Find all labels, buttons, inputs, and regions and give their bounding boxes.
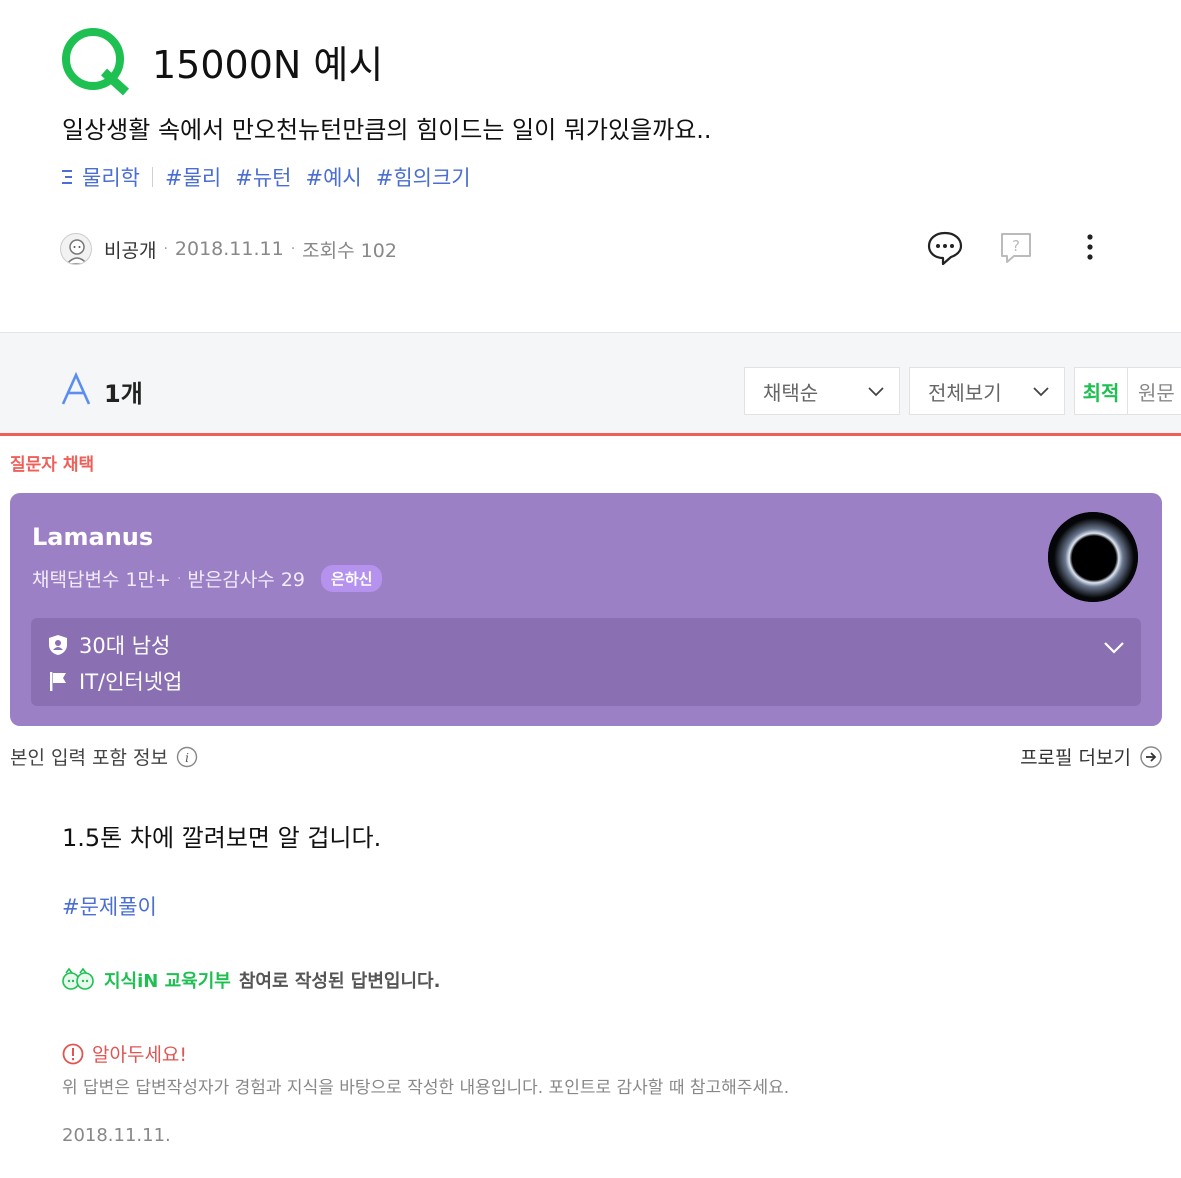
tag-link[interactable]: #뉴턴 (235, 162, 291, 192)
self-input-info: 본인 입력 포함 정보 i (10, 743, 198, 770)
similar-question-icon[interactable]: ? (998, 228, 1034, 266)
flag-icon (50, 672, 66, 691)
answerer-field: IT/인터넷업 (79, 670, 183, 694)
grade-badge: 은하신 (321, 565, 383, 592)
answer-body: 1.5톤 차에 깔려보면 알 겁니다. (62, 824, 382, 852)
stats-dot: · (176, 570, 182, 587)
profile-more-label: 프로필 더보기 (1020, 747, 1131, 769)
question-meta: 비공개 · 2018.11.11 · 조회수 102 (60, 233, 397, 265)
toggle-original-button[interactable]: 원문 (1128, 368, 1181, 414)
meta-dot: · (290, 241, 296, 257)
question-title: 15000N 예시 (152, 43, 384, 87)
answerer-avatar[interactable] (1048, 512, 1138, 602)
filter-select[interactable]: 전체보기 (909, 367, 1065, 415)
question-body: 일상생활 속에서 만오천뉴턴만큼의 힘이드는 일이 뭐가있을까요.. (62, 116, 712, 144)
info-icon[interactable]: i (176, 746, 198, 768)
question-date: 2018.11.11 (174, 238, 284, 260)
answer-a-icon (61, 372, 91, 405)
chevron-down-icon (1033, 387, 1049, 397)
profile-more-link[interactable]: 프로필 더보기 (1020, 743, 1163, 770)
chevron-down-icon[interactable] (1103, 636, 1125, 658)
edu-donation-brand[interactable]: 지식iN 교육기부 (104, 967, 231, 993)
answerer-stats: 채택답변수 1만+ · 받은감사수 29 은하신 (32, 565, 383, 592)
author-name: 비공개 (104, 239, 157, 262)
age-gender-row: 30대 남성 (47, 630, 170, 660)
tag-link[interactable]: #예시 (305, 162, 361, 192)
tag-divider (151, 167, 153, 187)
question-q-icon (62, 28, 130, 96)
question-tags: 물리학 #물리 #뉴턴 #예시 #힘의크기 (60, 162, 485, 192)
comment-icon[interactable] (926, 228, 964, 266)
answerer-name[interactable]: Lamanus (32, 523, 153, 551)
arrow-right-circle-icon (1140, 745, 1162, 768)
sort-select[interactable]: 채택순 (744, 367, 900, 415)
self-info-label: 본인 입력 포함 정보 (10, 747, 168, 769)
edu-donation-icon (62, 967, 94, 990)
avatar-person-icon (66, 239, 88, 264)
filter-select-value: 전체보기 (928, 380, 1002, 405)
question-section: 15000N 예시 일상생활 속에서 만오천뉴턴만큼의 힘이드는 일이 뭐가있을… (0, 0, 1181, 332)
age-gender: 30대 남성 (79, 634, 171, 658)
tag-link[interactable]: #힘의크기 (376, 162, 471, 192)
field-row: IT/인터넷업 (47, 666, 182, 696)
sort-select-value: 채택순 (763, 380, 819, 405)
chosen-answer-label: 질문자 채택 (10, 455, 95, 475)
chevron-down-icon (868, 387, 884, 397)
thanks-count: 받은감사수 29 (187, 569, 306, 591)
answerer-info-panel: 30대 남성 IT/인터넷업 (31, 618, 1141, 706)
warning-icon (62, 1043, 84, 1064)
answer-tag-link[interactable]: #문제풀이 (62, 891, 157, 921)
notice-title: 알아두세요! (92, 1044, 188, 1066)
chosen-answer-count: 채택답변수 1만+ (32, 569, 171, 591)
view-count: 조회수 102 (302, 239, 397, 262)
answer-date: 2018.11.11. (62, 1125, 171, 1146)
notice-heading: 알아두세요! (62, 1040, 187, 1067)
more-options-icon[interactable] (1078, 228, 1102, 266)
answer-count: 1개 (104, 380, 143, 408)
edu-donation-notice: 지식iN 교육기부 참여로 작성된 답변입니다. (60, 966, 440, 994)
author-avatar (60, 233, 92, 265)
edu-donation-text: 참여로 작성된 답변입니다. (238, 971, 441, 992)
tag-link[interactable]: #물리 (165, 162, 221, 192)
category-link[interactable]: 물리학 (82, 162, 140, 192)
chosen-divider (0, 433, 1181, 436)
svg-text:?: ? (1012, 237, 1020, 255)
eclipse-avatar-image (1048, 512, 1138, 602)
view-mode-toggle: 최적 원문 (1074, 367, 1181, 415)
category-icon (62, 170, 72, 184)
toggle-best-button[interactable]: 최적 (1075, 368, 1129, 414)
shield-person-icon (49, 635, 67, 655)
meta-dot: · (163, 241, 168, 257)
answerer-profile-card[interactable]: Lamanus 채택답변수 1만+ · 받은감사수 29 은하신 30대 남성 … (10, 493, 1162, 726)
svg-text:i: i (185, 751, 189, 765)
notice-body: 위 답변은 답변작성자가 경험과 지식을 바탕으로 작성한 내용입니다. 포인트… (62, 1078, 790, 1098)
